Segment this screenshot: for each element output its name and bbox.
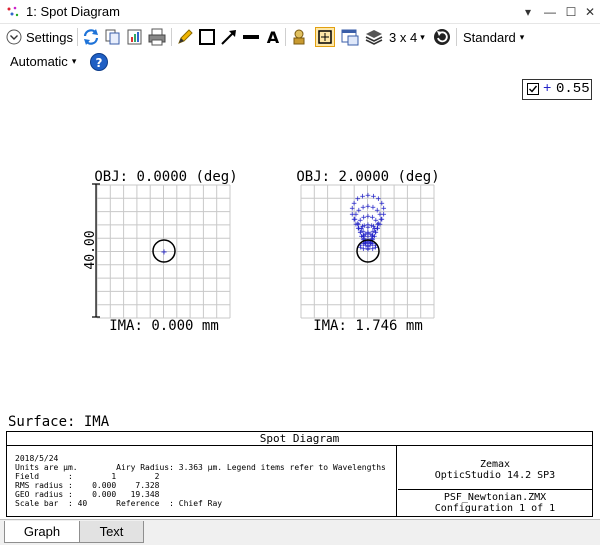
dropdown-arrow-icon: ▾ — [420, 31, 425, 42]
maximize-button[interactable]: ☐ — [561, 2, 581, 22]
auto-update-icon[interactable] — [432, 27, 452, 47]
chevron-down-icon — [6, 29, 22, 45]
tab-bar: Graph Text — [0, 519, 600, 545]
configuration: Configuration 1 of 1 — [434, 503, 556, 514]
automatic-label: Automatic — [10, 53, 68, 69]
print-icon[interactable] — [147, 27, 167, 47]
file-name: PSF_Newtonian.ZMX — [443, 492, 547, 503]
window-menu-button[interactable]: ▾ — [518, 2, 538, 22]
info-details: 2018/5/24 Units are µm. Airy Radius: 3.3… — [7, 446, 397, 516]
checkbox-icon[interactable] — [527, 83, 540, 96]
separator — [77, 28, 78, 46]
file-info: PSF_Newtonian.ZMX Configuration 1 of 1 — [398, 490, 592, 516]
info-date: 2018/5/24 — [15, 454, 59, 463]
layers-icon[interactable] — [364, 27, 384, 47]
fit-view-icon[interactable] — [315, 27, 335, 47]
tab-graph[interactable]: Graph — [4, 521, 80, 543]
surface-label: Surface: IMA — [8, 414, 110, 430]
svg-text:?: ? — [96, 56, 103, 70]
info-units: Units are µm. Airy Radius: 3.363 µm. Leg… — [15, 463, 386, 472]
info-box: Spot Diagram 2018/5/24 Units are µm. Air… — [6, 431, 593, 517]
refresh-icon[interactable] — [81, 27, 101, 47]
separator — [456, 28, 457, 46]
lock-icon[interactable] — [289, 27, 309, 47]
help-icon[interactable]: ? — [89, 52, 109, 72]
layout-label: 3 x 4 — [389, 29, 418, 45]
wavelength-marker-icon: + — [543, 81, 552, 97]
scale-mode-label: Standard — [463, 29, 516, 45]
info-title: Spot Diagram — [7, 432, 592, 446]
window-title: 1: Spot Diagram — [26, 4, 120, 19]
title-bar: 1: Spot Diagram ▾ — ☐ ✕ — [0, 0, 600, 24]
legend-box: + 0.55 — [522, 79, 592, 100]
software-name: Zemax — [479, 459, 511, 470]
window-layout-icon[interactable] — [340, 27, 360, 47]
settings-label: Settings — [26, 29, 73, 45]
app-icon — [7, 6, 19, 17]
minimize-button[interactable]: — — [540, 2, 560, 22]
arrow-icon[interactable] — [219, 27, 239, 47]
dropdown-arrow-icon: ▾ — [519, 31, 525, 42]
text-tool-icon[interactable]: A — [263, 27, 283, 47]
export-icon[interactable] — [125, 27, 145, 47]
automatic-dropdown[interactable]: Automatic ▾ — [10, 51, 76, 71]
separator — [171, 28, 172, 46]
software-info: Zemax OpticStudio 14.2 SP3 — [398, 446, 592, 490]
info-scale: Scale bar : 40 Reference : Chief Ray — [15, 499, 223, 508]
line-icon[interactable] — [241, 27, 261, 47]
close-button[interactable]: ✕ — [580, 2, 600, 22]
info-field: Field : 1 2 — [15, 472, 160, 481]
scale-mode-dropdown[interactable]: Standard ▾ — [463, 27, 524, 47]
legend-value: 0.55 — [556, 81, 590, 97]
svg-text:A: A — [267, 28, 280, 47]
rectangle-icon[interactable] — [197, 27, 217, 47]
plot-area — [0, 74, 600, 429]
tab-text[interactable]: Text — [80, 521, 144, 543]
toolbar-row-2: Automatic ▾ ? — [0, 50, 600, 74]
dropdown-arrow-icon: ▾ — [71, 55, 77, 66]
settings-button[interactable]: Settings — [6, 27, 73, 47]
copy-icon[interactable] — [103, 27, 123, 47]
pencil-icon[interactable] — [175, 27, 195, 47]
toolbar: Settings A 3 x 4 ▾ Standard ▾ — [0, 24, 600, 50]
info-geo: GEO radius : 0.000 19.348 — [15, 490, 160, 499]
layout-dropdown[interactable]: 3 x 4 ▾ — [389, 27, 425, 47]
info-rms: RMS radius : 0.000 7.328 — [15, 481, 160, 490]
software-version: OpticStudio 14.2 SP3 — [434, 470, 556, 481]
separator — [285, 28, 286, 46]
